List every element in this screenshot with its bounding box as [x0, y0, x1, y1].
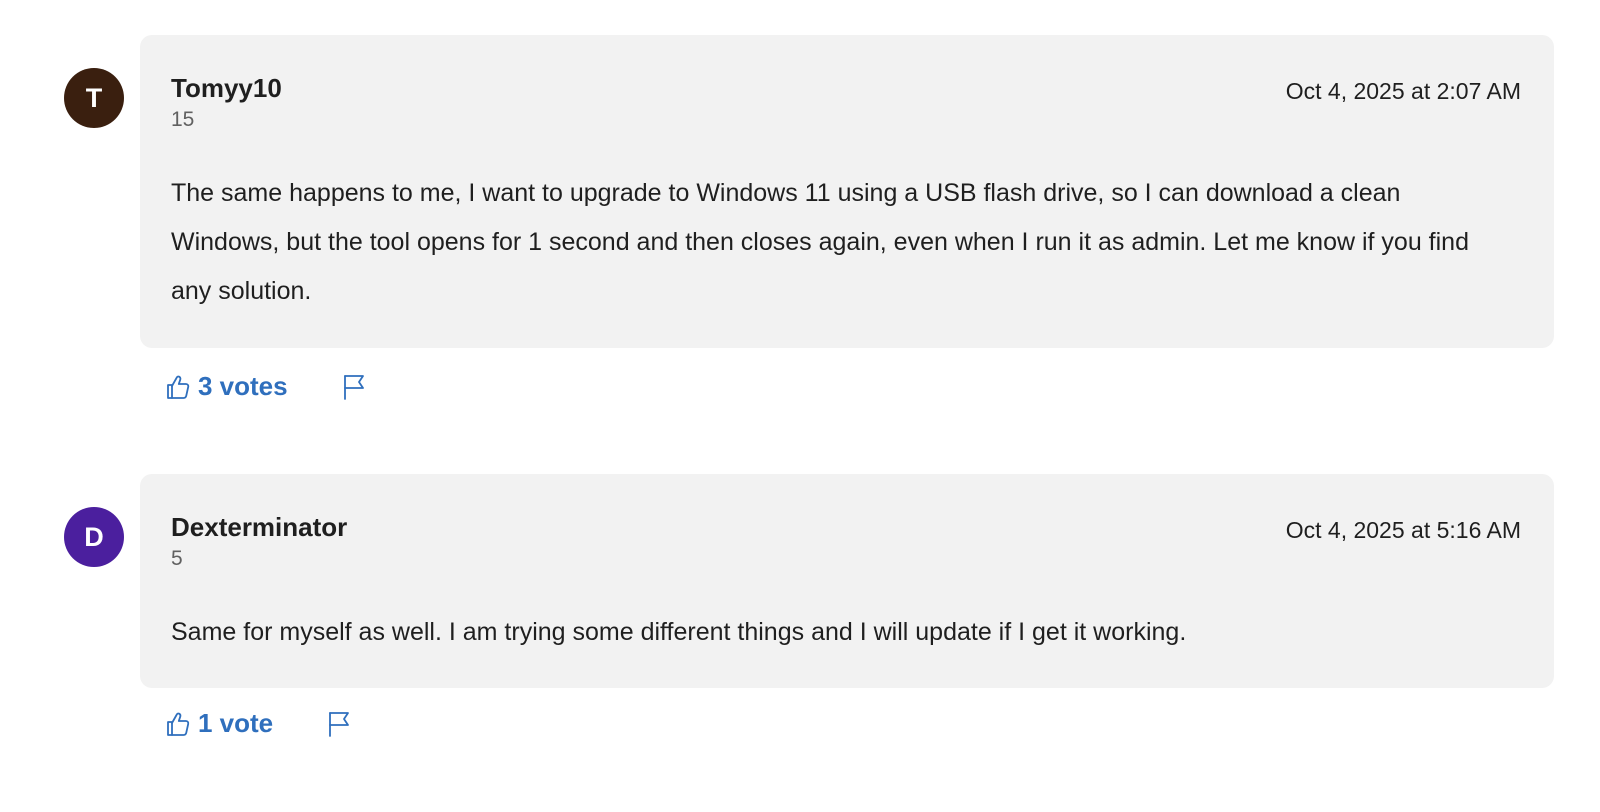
comment-actions: 1 vote	[166, 708, 351, 739]
avatar-initial: T	[85, 82, 103, 113]
comment-header: Tomyy10 15 Oct 4, 2025 at 2:07 AM	[171, 71, 1521, 135]
vote-count: 3 votes	[198, 371, 288, 401]
comment-header: Dexterminator 5 Oct 4, 2025 at 5:16 AM	[171, 510, 1521, 574]
vote-button[interactable]: 1 vote	[166, 708, 273, 739]
flag-button[interactable]	[342, 374, 366, 400]
comment-timestamp: Oct 4, 2025 at 2:07 AM	[1285, 78, 1521, 104]
flag-icon	[343, 374, 364, 400]
comment-timestamp: Oct 4, 2025 at 5:16 AM	[1285, 517, 1521, 543]
avatar[interactable]: D	[64, 507, 124, 567]
vote-count: 1 vote	[198, 708, 274, 738]
comment-thread: T Tomyy10 15 Oct 4, 2025 at 2:07 AM The …	[0, 0, 1600, 812]
comment-actions: 3 votes	[166, 371, 366, 402]
reputation-score: 5	[171, 547, 183, 570]
avatar[interactable]: T	[64, 68, 124, 128]
flag-icon	[329, 711, 350, 737]
comment-body: The same happens to me, I want to upgrad…	[171, 179, 1469, 305]
thumbs-up-icon	[167, 712, 190, 736]
reputation-score: 15	[171, 108, 195, 131]
thumbs-up-icon	[167, 375, 190, 399]
comment-body: Same for myself as well. I am trying som…	[171, 618, 1187, 646]
comment-card: Tomyy10 15 Oct 4, 2025 at 2:07 AM The sa…	[140, 35, 1554, 348]
flag-button[interactable]	[327, 711, 351, 737]
vote-button[interactable]: 3 votes	[166, 371, 288, 402]
comment-card: Dexterminator 5 Oct 4, 2025 at 5:16 AM S…	[140, 474, 1554, 688]
avatar-initial: D	[84, 521, 104, 552]
